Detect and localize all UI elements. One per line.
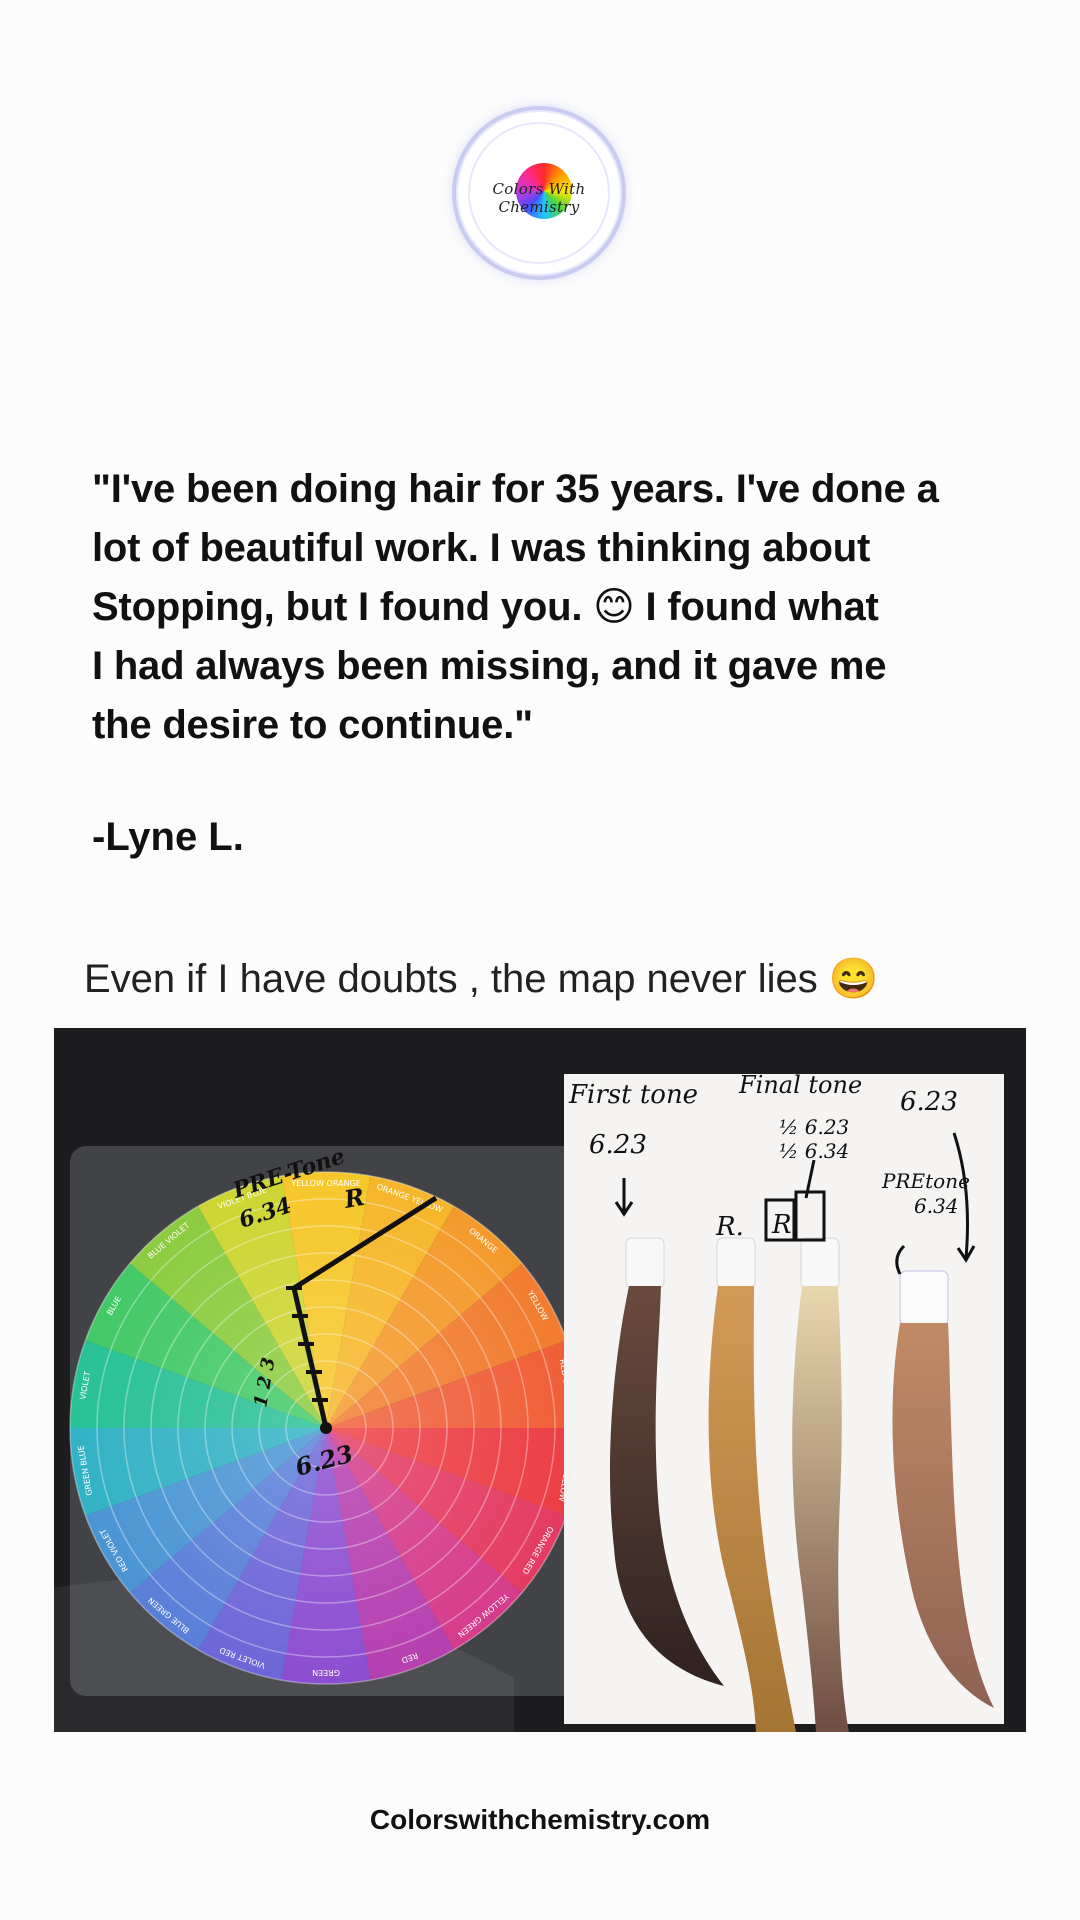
board-right-value: 6.23 [900,1087,958,1117]
board-final-mix-1: ½ 6.23 [779,1115,849,1139]
board-final-mix-2: ½ 6.34 [779,1139,849,1163]
wheel-label: GREEN [312,1668,340,1677]
brand-logo: Colors With Chemistry [452,106,626,280]
quote-line: Stopping, but I found you. 😊 I found wha… [92,585,879,629]
quote-line: the desire to continue." [92,703,533,747]
logo-text: Colors With Chemistry [492,180,586,216]
wheel-center-dot [320,1422,332,1434]
quote-line: I had always been missing, and it gave m… [92,644,887,688]
board-pretone-value: 6.34 [914,1194,959,1218]
quote-line: "I've been doing hair for 35 years. I've… [92,467,939,511]
testimonial-quote: "I've been doing hair for 35 years. I've… [92,460,1012,755]
website-link[interactable]: Colorswithchemistry.com [0,1804,1080,1836]
board-r-dot: R. [715,1212,744,1242]
photo-illustration: YELLOW ORANGE ORANGE YELLOWORANGEYELLOWRE… [54,1028,1026,1732]
color-wheel-photo: YELLOW ORANGE ORANGE YELLOW ORANGE YELLOW RE… [54,1028,1026,1732]
quote-line: lot of beautiful work. I was thinking ab… [92,526,871,570]
board-pretone: PREtone [881,1169,970,1193]
board-first-value: 6.23 [589,1130,647,1160]
photo-caption: Even if I have doubts , the map never li… [84,957,879,1001]
board-first-tone: First tone [568,1080,698,1110]
quote-author: -Lyne L. [92,815,244,859]
board-final-tone: Final tone [738,1071,862,1099]
board-r-box: R [771,1210,792,1240]
